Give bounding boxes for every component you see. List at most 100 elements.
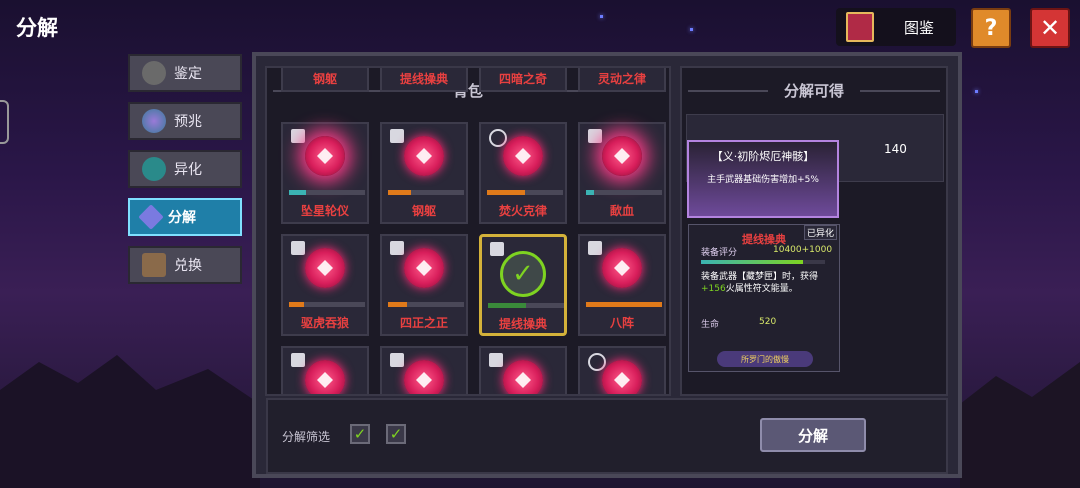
bag-item-cell[interactable] [281, 346, 369, 394]
codex-button[interactable]: 图鉴 [836, 8, 956, 46]
ring-slot-icon [588, 353, 606, 371]
shirt-slot-icon [588, 129, 602, 143]
bag-item-cell[interactable] [479, 346, 567, 394]
tab-alienate[interactable]: 异化 [128, 150, 242, 188]
tab-label: 分解 [168, 210, 196, 226]
background-mountain-right [960, 362, 1080, 488]
item-progress-bar [388, 190, 464, 195]
rune-gem-icon [305, 248, 345, 288]
item-progress-bar [488, 303, 564, 308]
edge-handle[interactable] [0, 100, 9, 144]
item-detail-card: 提线操典 已异化 装备评分 10400+1000 装备武器【藏梦匣】时，获得+1… [688, 224, 840, 372]
bag-item-cell[interactable]: 钢躯 [281, 68, 369, 92]
ring-slot-icon [489, 129, 507, 147]
item-name: 驱虎吞狼 [300, 316, 349, 330]
tooltip-title: 【义·初阶烬厄神骸】 [711, 150, 815, 163]
score-value: 10400+1000 [773, 245, 833, 255]
item-progress-bar [289, 302, 365, 307]
armor-slot-icon [291, 353, 305, 367]
close-button[interactable]: ✕ [1030, 8, 1070, 48]
book-icon [846, 12, 874, 42]
shirt-slot-icon [390, 241, 404, 255]
crystal-ball-icon [142, 109, 166, 133]
rune-gem-icon [602, 136, 642, 176]
item-name: 八阵 [609, 316, 634, 330]
item-progress-bar [289, 190, 365, 195]
alienated-badge: 已异化 [803, 225, 837, 240]
page-title: 分解 [16, 16, 58, 40]
bag-item-cell[interactable]: 八阵 [578, 234, 666, 336]
help-button[interactable]: ? [971, 8, 1011, 48]
rune-gem-icon [404, 360, 444, 394]
item-progress-bar [586, 302, 662, 307]
tab-omen[interactable]: 预兆 [128, 102, 242, 140]
item-name: 四暗之奇 [498, 72, 547, 86]
stat-value: 520 [759, 317, 777, 327]
score-bar [701, 260, 825, 264]
result-count: 140 [884, 142, 907, 156]
bag-item-cell[interactable]: 坠星轮仪 [281, 122, 369, 224]
bag-item-cell[interactable]: 提线操典 [380, 68, 468, 92]
item-progress-bar [586, 190, 662, 195]
shirt-slot-icon [291, 241, 305, 255]
bag-item-cell[interactable]: 钢躯 [380, 122, 468, 224]
gem-icon [138, 204, 164, 230]
rune-gem-icon [503, 360, 543, 394]
bag-item-cell[interactable]: 四正之正 [380, 234, 468, 336]
shirt-slot-icon [390, 353, 404, 367]
bag-item-cell[interactable]: 驱虎吞狼 [281, 234, 369, 336]
tab-label: 鉴定 [174, 66, 202, 82]
armor-slot-icon [588, 241, 602, 255]
chest-icon [142, 253, 166, 277]
score-label: 装备评分 [701, 248, 738, 258]
result-tooltip: 【义·初阶烬厄神骸】 主手武器基础伤害增加+5% [687, 140, 839, 218]
filter-checkbox-1[interactable]: ✓ [350, 424, 370, 444]
item-name: 提线操典 [498, 317, 547, 331]
bag-item-cell[interactable]: 焚火克律 [479, 122, 567, 224]
bag-panel: 背包 钢躯提线操典四暗之奇灵动之律坠星轮仪钢躯焚火克律歃血驱虎吞狼四正之正✓提线… [265, 66, 671, 396]
background-mountain [0, 355, 260, 488]
bag-item-cell[interactable]: 四暗之奇 [479, 68, 567, 92]
bag-item-cell[interactable] [578, 346, 666, 394]
item-name: 歃血 [609, 204, 634, 218]
rune-gem-icon [404, 136, 444, 176]
item-name: 钢躯 [312, 72, 337, 86]
item-name: 提线操典 [399, 72, 448, 86]
tab-identify[interactable]: 鉴定 [128, 54, 242, 92]
tab-label: 预兆 [174, 114, 202, 130]
bag-item-cell[interactable]: 歃血 [578, 122, 666, 224]
rune-gem-icon [602, 360, 642, 394]
filter-label: 分解筛选 [282, 430, 331, 444]
armor-slot-icon [489, 353, 503, 367]
tab-decompose[interactable]: 分解 [128, 198, 242, 236]
bag-item-cell[interactable] [380, 346, 468, 394]
armor-slot-icon [291, 129, 305, 143]
shirt-slot-icon [390, 129, 404, 143]
codex-label: 图鉴 [904, 18, 935, 37]
rune-gem-icon [305, 136, 345, 176]
rune-gem-icon [503, 136, 543, 176]
item-name: 四正之正 [399, 316, 448, 330]
tooltip-text: 主手武器基础伤害增加+5% [707, 175, 819, 185]
item-progress-bar [388, 302, 464, 307]
decompose-button[interactable]: 分解 [760, 418, 866, 452]
tab-exchange[interactable]: 兑换 [128, 246, 242, 284]
item-name: 钢躯 [411, 204, 436, 218]
tab-label: 异化 [174, 162, 202, 178]
item-name: 灵动之律 [597, 72, 646, 86]
set-name-banner: 所罗门的傲慢 [717, 351, 813, 367]
armor-slot-icon [490, 242, 504, 256]
rune-gem-icon [305, 360, 345, 394]
rune-gem-icon [404, 248, 444, 288]
rune-gem-icon [602, 248, 642, 288]
demon-mask-icon [142, 157, 166, 181]
result-title: 分解可得 [783, 82, 844, 100]
item-name: 焚火克律 [498, 204, 547, 218]
bag-item-cell[interactable]: ✓ 提线操典 [479, 234, 567, 336]
bag-item-cell[interactable]: 灵动之律 [578, 68, 666, 92]
item-progress-bar [487, 190, 563, 195]
stat-label: 生命 [701, 320, 720, 330]
filter-checkbox-2[interactable]: ✓ [386, 424, 406, 444]
item-name: 坠星轮仪 [300, 204, 349, 218]
selected-check-icon: ✓ [500, 251, 546, 297]
